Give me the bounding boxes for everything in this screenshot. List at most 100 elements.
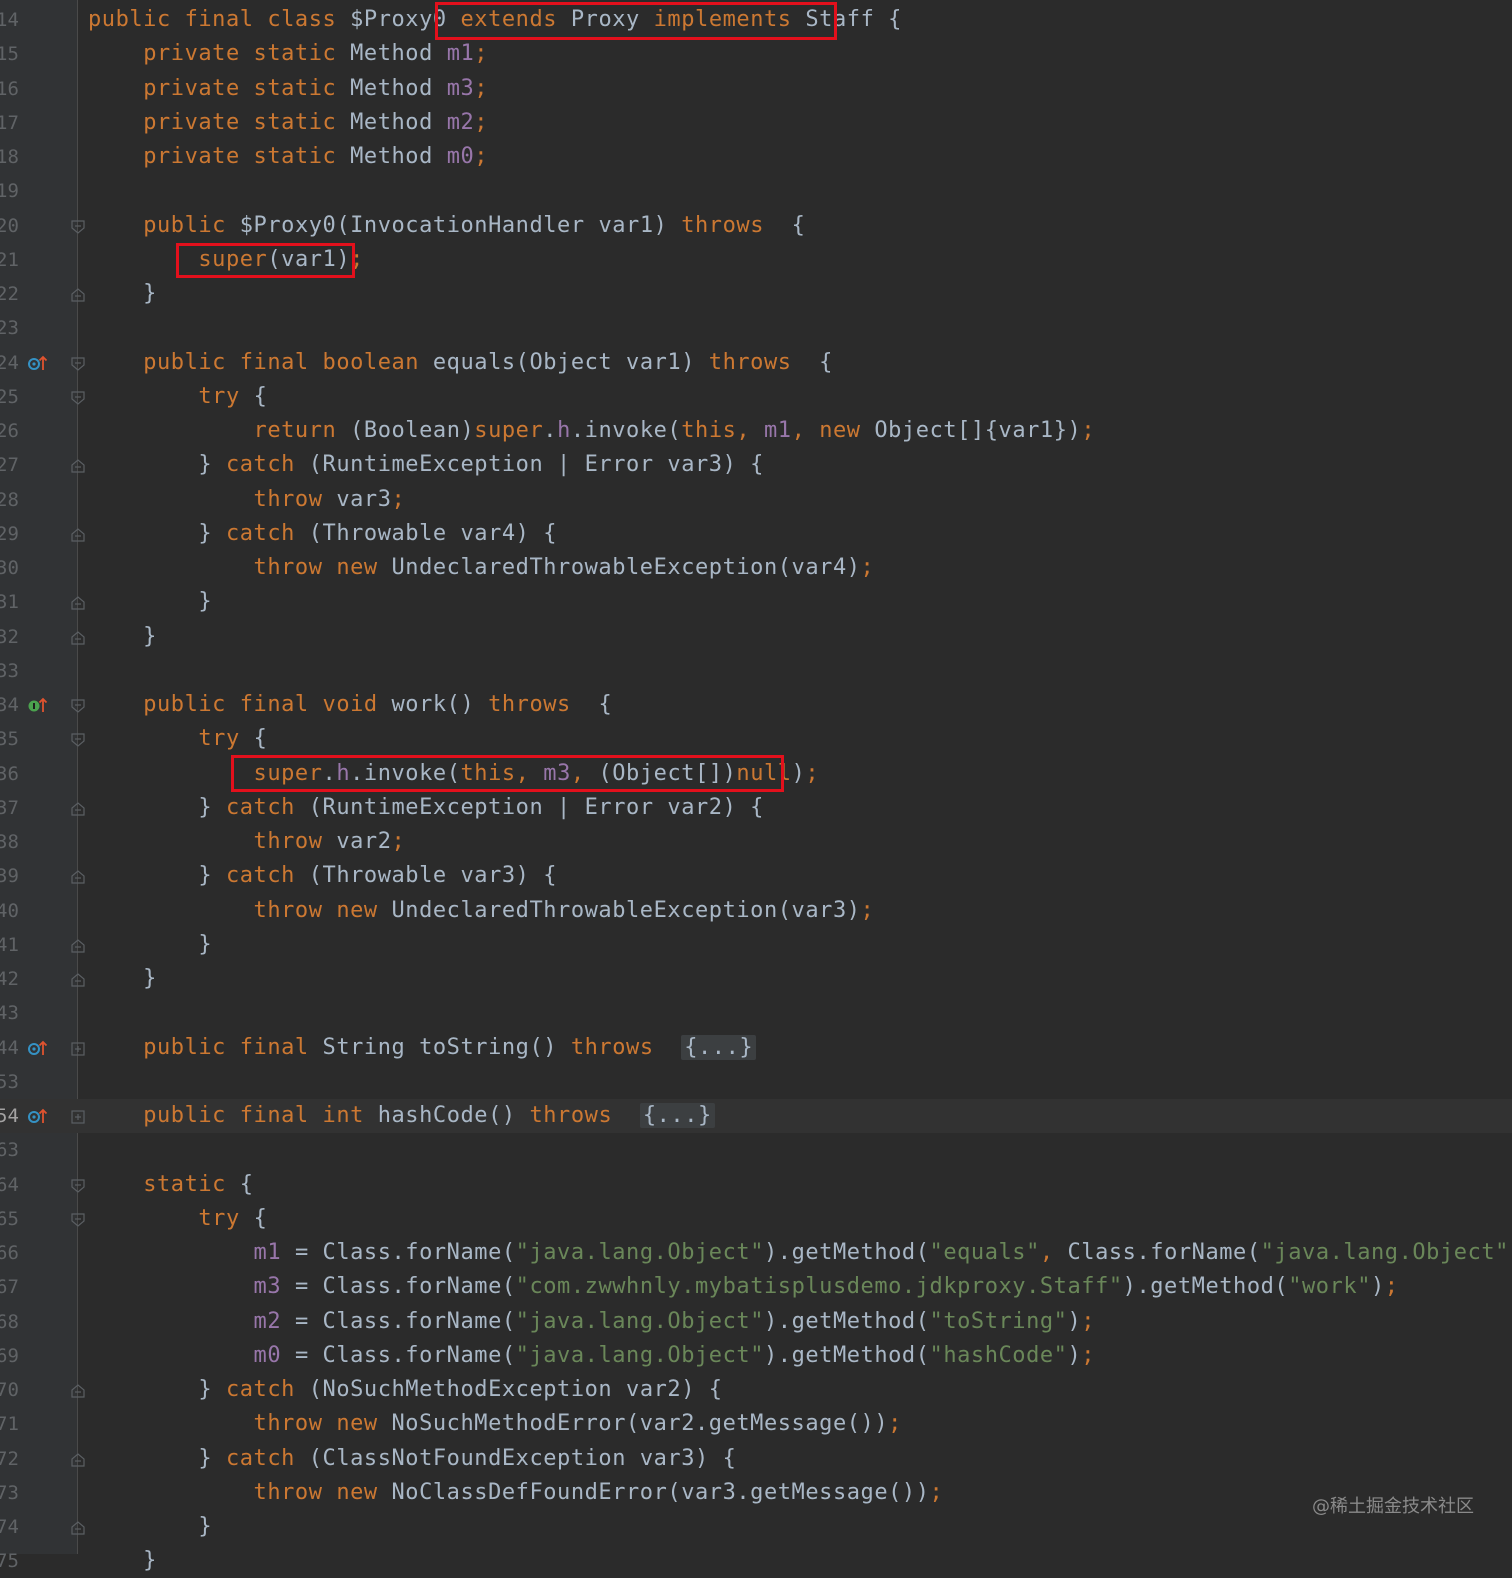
code-text[interactable]: } catch (Throwable var4) {	[88, 517, 557, 551]
code-line[interactable]: 33	[0, 654, 1512, 688]
code-text[interactable]: public $Proxy0(InvocationHandler var1) t…	[88, 209, 805, 243]
code-text[interactable]: } catch (RuntimeException | Error var3) …	[88, 448, 764, 482]
code-text[interactable]: try {	[88, 380, 267, 414]
collapse-fold-icon[interactable]	[71, 219, 85, 234]
code-line[interactable]: 40 throw new UndeclaredThrowableExceptio…	[0, 894, 1512, 928]
line-number[interactable]: 53	[0, 1065, 19, 1099]
collapse-fold-icon[interactable]	[71, 287, 85, 302]
code-text[interactable]: private static Method m1;	[88, 37, 488, 71]
code-text[interactable]: public final class $Proxy0 extends Proxy…	[88, 3, 902, 37]
code-editor[interactable]: 14 public final class $Proxy0 extends Pro…	[0, 0, 1512, 1573]
code-text[interactable]: private static Method m3;	[88, 72, 488, 106]
code-text[interactable]: public final boolean equals(Object var1)…	[88, 346, 833, 380]
code-line[interactable]: 28 throw var3;	[0, 483, 1512, 517]
line-number[interactable]: 75	[0, 1544, 19, 1578]
line-number[interactable]: 38	[0, 825, 19, 859]
code-text[interactable]: }	[88, 928, 212, 962]
line-number[interactable]: 68	[0, 1305, 19, 1339]
line-number[interactable]: 25	[0, 380, 19, 414]
collapse-fold-icon[interactable]	[71, 390, 85, 405]
collapse-fold-icon[interactable]	[71, 630, 85, 645]
code-line[interactable]: 43	[0, 996, 1512, 1030]
code-line[interactable]: 27 } catch (RuntimeException | Error var…	[0, 448, 1512, 482]
collapse-fold-icon[interactable]	[71, 595, 85, 610]
line-number[interactable]: 27	[0, 448, 19, 482]
line-number[interactable]: 30	[0, 551, 19, 585]
line-number[interactable]: 18	[0, 140, 19, 174]
line-number[interactable]: 19	[0, 174, 19, 208]
line-number[interactable]: 33	[0, 654, 19, 688]
collapse-fold-icon[interactable]	[71, 1452, 85, 1467]
code-line[interactable]: 65 try {	[0, 1202, 1512, 1236]
code-line[interactable]: 53	[0, 1065, 1512, 1099]
line-number[interactable]: 35	[0, 722, 19, 756]
code-line[interactable]: 54 public final int hashCode() throws {.…	[0, 1099, 1512, 1133]
expand-fold-icon[interactable]	[71, 1109, 85, 1124]
code-text[interactable]: m3 = Class.forName("com.zwwhnly.mybatisp…	[88, 1270, 1399, 1304]
code-text[interactable]: super(var1);	[88, 243, 364, 277]
line-number[interactable]: 66	[0, 1236, 19, 1270]
line-number[interactable]: 69	[0, 1339, 19, 1373]
overrides-method-icon[interactable]	[28, 1107, 48, 1125]
line-number[interactable]: 64	[0, 1168, 19, 1202]
collapse-fold-icon[interactable]	[71, 972, 85, 987]
code-text[interactable]: static {	[88, 1168, 254, 1202]
line-number[interactable]: 73	[0, 1476, 19, 1510]
line-number[interactable]: 23	[0, 311, 19, 345]
line-number[interactable]: 22	[0, 277, 19, 311]
implements-method-icon[interactable]	[28, 696, 48, 714]
line-number[interactable]: 28	[0, 483, 19, 517]
collapse-fold-icon[interactable]	[71, 698, 85, 713]
collapse-fold-icon[interactable]	[71, 356, 85, 371]
line-number[interactable]: 32	[0, 620, 19, 654]
code-text[interactable]: throw var2;	[88, 825, 405, 859]
code-line[interactable]: 72 } catch (ClassNotFoundException var3)…	[0, 1442, 1512, 1476]
code-line[interactable]: 67 m3 = Class.forName("com.zwwhnly.mybat…	[0, 1270, 1512, 1304]
line-number[interactable]: 37	[0, 791, 19, 825]
code-line[interactable]: 20 public $Proxy0(InvocationHandler var1…	[0, 209, 1512, 243]
code-line[interactable]: 24 public final boolean equals(Object va…	[0, 346, 1512, 380]
code-line[interactable]: 30 throw new UndeclaredThrowableExceptio…	[0, 551, 1512, 585]
line-number[interactable]: 44	[0, 1031, 19, 1065]
line-number[interactable]: 36	[0, 757, 19, 791]
collapse-fold-icon[interactable]	[71, 801, 85, 816]
code-text[interactable]: throw new NoClassDefFoundError(var3.getM…	[88, 1476, 943, 1510]
line-number[interactable]: 42	[0, 962, 19, 996]
code-text[interactable]: }	[88, 585, 212, 619]
code-text[interactable]: try {	[88, 722, 267, 756]
code-text[interactable]: } catch (RuntimeException | Error var2) …	[88, 791, 764, 825]
code-line[interactable]: 36 super.h.invoke(this, m3, (Object[])nu…	[0, 757, 1512, 791]
code-text[interactable]: throw new NoSuchMethodError(var2.getMess…	[88, 1407, 902, 1441]
code-line[interactable]: 73 throw new NoClassDefFoundError(var3.g…	[0, 1476, 1512, 1510]
code-line[interactable]: 63	[0, 1133, 1512, 1167]
code-line[interactable]: 25 try {	[0, 380, 1512, 414]
line-number[interactable]: 74	[0, 1510, 19, 1544]
line-number[interactable]: 70	[0, 1373, 19, 1407]
code-line[interactable]: 32 }	[0, 620, 1512, 654]
line-number[interactable]: 40	[0, 894, 19, 928]
collapse-fold-icon[interactable]	[71, 938, 85, 953]
code-line[interactable]: 22 }	[0, 277, 1512, 311]
line-number[interactable]: 34	[0, 688, 19, 722]
line-number[interactable]: 20	[0, 209, 19, 243]
code-text[interactable]: m1 = Class.forName("java.lang.Object").g…	[88, 1236, 1512, 1270]
line-number[interactable]: 72	[0, 1442, 19, 1476]
code-line[interactable]: 39 } catch (Throwable var3) {	[0, 859, 1512, 893]
collapse-fold-icon[interactable]	[71, 732, 85, 748]
code-line[interactable]: 64 static {	[0, 1168, 1512, 1202]
code-line[interactable]: 69 m0 = Class.forName("java.lang.Object"…	[0, 1339, 1512, 1373]
code-line[interactable]: 21 super(var1);	[0, 243, 1512, 277]
code-line[interactable]: 14 public final class $Proxy0 extends Pro…	[0, 3, 1512, 37]
line-number[interactable]: 39	[0, 859, 19, 893]
folded-region[interactable]: {...}	[681, 1034, 757, 1060]
code-line[interactable]: 71 throw new NoSuchMethodError(var2.getM…	[0, 1407, 1512, 1441]
line-number[interactable]: 29	[0, 517, 19, 551]
collapse-fold-icon[interactable]	[71, 527, 85, 542]
code-text[interactable]: private static Method m2;	[88, 106, 488, 140]
folded-region[interactable]: {...}	[639, 1103, 715, 1128]
line-number[interactable]: 24	[0, 346, 19, 380]
line-number[interactable]: 16	[0, 72, 19, 106]
line-number[interactable]: 67	[0, 1270, 19, 1304]
code-text[interactable]: m0 = Class.forName("java.lang.Object").g…	[88, 1339, 1095, 1373]
code-line[interactable]: 41 }	[0, 928, 1512, 962]
